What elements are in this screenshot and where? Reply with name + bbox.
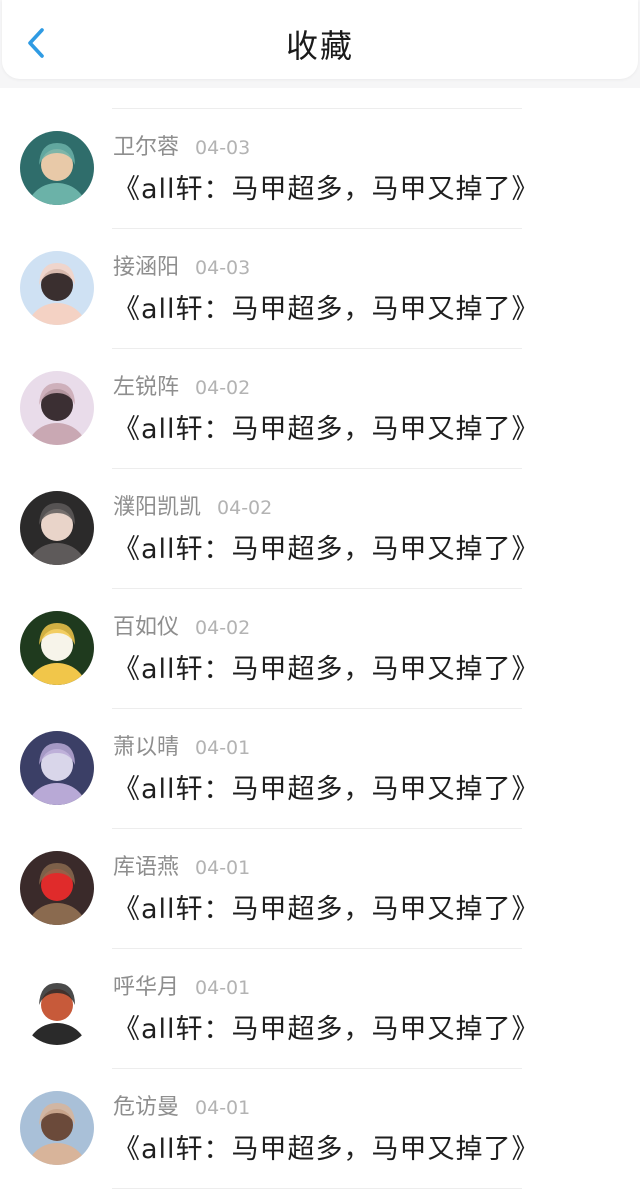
favorite-item[interactable]: 呼华月 04-01 《all轩：马甲超多，马甲又掉了》	[0, 928, 640, 1069]
author-name: 危访曼 04-01	[113, 1094, 250, 1122]
author-name: 萧以晴 04-01	[113, 734, 250, 762]
avatar[interactable]	[20, 1091, 94, 1165]
book-title[interactable]: 《all轩：马甲超多，马甲又掉了》	[113, 892, 540, 928]
author-name: 濮阳凯凯 04-02	[113, 494, 272, 522]
favorite-item[interactable]: 萧以晴 04-01 《all轩：马甲超多，马甲又掉了》	[0, 688, 640, 829]
author-name-text: 接涵阳	[113, 255, 180, 280]
top-bar: 收藏	[2, 0, 638, 79]
page-title: 收藏	[285, 27, 354, 65]
avatar[interactable]	[20, 971, 94, 1045]
author-name: 接涵阳 04-03	[113, 254, 250, 282]
favorite-item[interactable]: 左锐阵 04-02 《all轩：马甲超多，马甲又掉了》	[0, 328, 640, 469]
post-date: 04-01	[195, 977, 251, 999]
book-title[interactable]: 《all轩：马甲超多，马甲又掉了》	[113, 292, 540, 328]
favorite-item[interactable]: 卫尔蓉 04-03 《all轩：马甲超多，马甲又掉了》	[0, 88, 640, 229]
avatar[interactable]	[20, 371, 94, 445]
favorites-screen: 收藏 卫尔蓉 04-03 《all轩：马甲超多，马甲又掉了》 接涵阳 04-03 《all…	[0, 0, 640, 1200]
post-date: 04-02	[217, 497, 273, 519]
author-name: 百如仪 04-02	[113, 614, 250, 642]
avatar[interactable]	[20, 251, 94, 325]
author-name-text: 库语燕	[113, 855, 180, 880]
author-name-text: 左锐阵	[113, 375, 180, 400]
author-name-text: 危访曼	[113, 1095, 180, 1120]
book-title[interactable]: 《all轩：马甲超多，马甲又掉了》	[113, 172, 540, 208]
avatar[interactable]	[20, 851, 94, 925]
author-name: 呼华月 04-01	[113, 974, 250, 1002]
favorite-item[interactable]: 危访曼 04-01 《all轩：马甲超多，马甲又掉了》	[0, 1048, 640, 1189]
author-name-text: 卫尔蓉	[113, 135, 180, 160]
avatar[interactable]	[20, 611, 94, 685]
favorite-item[interactable]: 接涵阳 04-03 《all轩：马甲超多，马甲又掉了》	[0, 208, 640, 349]
author-name-text: 百如仪	[113, 615, 180, 640]
author-name: 库语燕 04-01	[113, 854, 250, 882]
author-name-text: 萧以晴	[113, 735, 180, 760]
avatar[interactable]	[20, 491, 94, 565]
post-date: 04-01	[195, 857, 251, 879]
post-date: 04-02	[195, 377, 251, 399]
favorites-list[interactable]: 卫尔蓉 04-03 《all轩：马甲超多，马甲又掉了》 接涵阳 04-03 《all轩：马…	[0, 88, 640, 1200]
book-title[interactable]: 《all轩：马甲超多，马甲又掉了》	[113, 772, 540, 808]
book-title[interactable]: 《all轩：马甲超多，马甲又掉了》	[113, 532, 540, 568]
divider	[112, 1188, 522, 1189]
favorite-item[interactable]: 库语燕 04-01 《all轩：马甲超多，马甲又掉了》	[0, 808, 640, 949]
book-title[interactable]: 《all轩：马甲超多，马甲又掉了》	[113, 652, 540, 688]
avatar[interactable]	[20, 131, 94, 205]
author-name: 卫尔蓉 04-03	[113, 134, 250, 162]
author-name-text: 呼华月	[113, 975, 180, 1000]
book-title[interactable]: 《all轩：马甲超多，马甲又掉了》	[113, 1012, 540, 1048]
avatar[interactable]	[20, 731, 94, 805]
author-name: 左锐阵 04-02	[113, 374, 250, 402]
author-name-text: 濮阳凯凯	[113, 495, 202, 520]
post-date: 04-01	[195, 737, 251, 759]
post-date: 04-03	[195, 137, 251, 159]
book-title[interactable]: 《all轩：马甲超多，马甲又掉了》	[113, 1132, 540, 1168]
post-date: 04-02	[195, 617, 251, 639]
post-date: 04-01	[195, 1097, 251, 1119]
book-title[interactable]: 《all轩：马甲超多，马甲又掉了》	[113, 412, 540, 448]
post-date: 04-03	[195, 257, 251, 279]
favorite-item[interactable]: 百如仪 04-02 《all轩：马甲超多，马甲又掉了》	[0, 568, 640, 709]
favorite-item[interactable]: 濮阳凯凯 04-02 《all轩：马甲超多，马甲又掉了》	[0, 448, 640, 589]
